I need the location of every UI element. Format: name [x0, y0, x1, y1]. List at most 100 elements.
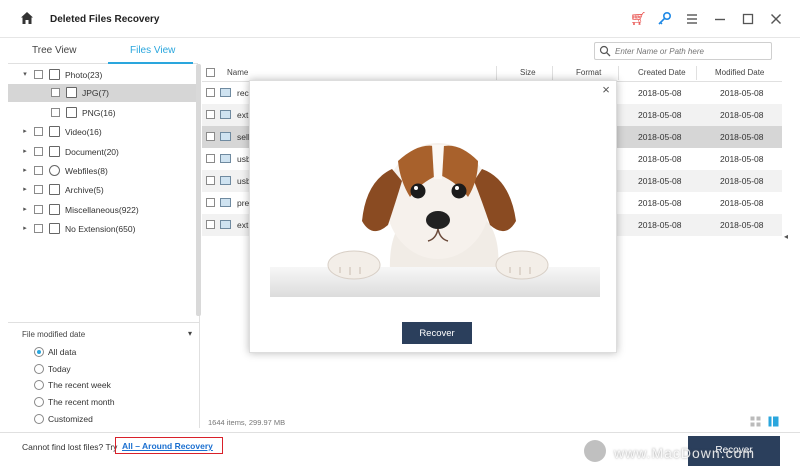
tree-checkbox[interactable]: [34, 185, 43, 194]
expand-arrow-icon[interactable]: ▸: [21, 123, 29, 141]
expand-arrow-icon[interactable]: ▸: [21, 220, 29, 238]
radio-button[interactable]: [34, 347, 44, 357]
document-category-icon: [49, 146, 60, 157]
row-checkbox[interactable]: [206, 176, 215, 185]
filter-title: File modified date: [22, 330, 86, 339]
grid-view-icon[interactable]: [750, 416, 761, 427]
tree-item-miscellaneous[interactable]: ▸ Miscellaneous(922): [8, 201, 198, 219]
row-checkbox[interactable]: [206, 110, 215, 119]
cart-icon[interactable]: 🛒︎: [630, 11, 647, 27]
row-created-date: 2018-05-08: [638, 220, 682, 230]
dialog-recover-button[interactable]: Recover: [402, 322, 472, 344]
column-created-date[interactable]: Created Date: [638, 68, 686, 77]
column-size[interactable]: Size: [520, 68, 536, 77]
row-modified-date: 2018-05-08: [720, 154, 764, 164]
image-preview: [270, 143, 600, 297]
column-modified-date[interactable]: Modified Date: [715, 68, 764, 77]
radio-button[interactable]: [34, 380, 44, 390]
tree-checkbox[interactable]: [34, 127, 43, 136]
row-checkbox[interactable]: [206, 88, 215, 97]
watermark: www.MacDown.com: [584, 440, 798, 468]
radio-label: Customized: [48, 414, 93, 424]
image-file-icon: [220, 154, 231, 163]
row-checkbox[interactable]: [206, 132, 215, 141]
column-format[interactable]: Format: [576, 68, 601, 77]
chevron-left-icon[interactable]: ◂: [784, 232, 788, 241]
chevron-down-icon[interactable]: ▾: [188, 329, 192, 338]
row-checkbox[interactable]: [206, 220, 215, 229]
tree-item-no-extension[interactable]: ▸ No Extension(650): [8, 220, 198, 238]
collapse-arrow-icon[interactable]: ▾: [21, 66, 29, 84]
row-modified-date: 2018-05-08: [720, 198, 764, 208]
photo-category-icon: [49, 69, 60, 80]
tree-item-label: Miscellaneous(922): [65, 205, 139, 215]
tree-checkbox[interactable]: [34, 224, 43, 233]
tree-item-photo[interactable]: ▾ Photo(23): [8, 66, 198, 84]
status-bar: 1644 items, 299.97 MB: [202, 414, 782, 430]
radio-button[interactable]: [34, 397, 44, 407]
tree-item-label: PNG(16): [82, 108, 116, 118]
web-category-icon: [49, 165, 60, 176]
row-created-date: 2018-05-08: [638, 154, 682, 164]
row-created-date: 2018-05-08: [638, 132, 682, 142]
expand-arrow-icon[interactable]: ▸: [21, 201, 29, 219]
tree-checkbox[interactable]: [34, 70, 43, 79]
image-file-icon: [220, 110, 231, 119]
row-name: pre: [237, 198, 250, 208]
search-input[interactable]: [615, 44, 765, 58]
title-bar: Deleted Files Recovery 🛒︎: [0, 0, 800, 38]
minimize-icon[interactable]: [712, 11, 728, 27]
key-icon[interactable]: [656, 11, 672, 27]
tree-item-video[interactable]: ▸ Video(16): [8, 123, 198, 141]
tree-item-label: Video(16): [65, 127, 102, 137]
list-view-icon[interactable]: [768, 416, 779, 427]
tree-item-document[interactable]: ▸ Document(20): [8, 143, 198, 161]
all-around-recovery-link[interactable]: All – Around Recovery: [122, 441, 213, 451]
tree-item-webfiles[interactable]: ▸ Webfiles(8): [8, 162, 198, 180]
row-modified-date: 2018-05-08: [720, 88, 764, 98]
view-tabs: Tree View Files View: [8, 40, 198, 64]
column-divider: [618, 66, 619, 80]
row-created-date: 2018-05-08: [638, 88, 682, 98]
radio-button[interactable]: [34, 364, 44, 374]
expand-arrow-icon[interactable]: ▸: [21, 143, 29, 161]
tree-checkbox[interactable]: [51, 88, 60, 97]
dialog-close-icon[interactable]: ×: [600, 83, 612, 96]
select-all-checkbox[interactable]: [206, 68, 215, 77]
row-name: ext: [237, 110, 249, 120]
expand-arrow-icon[interactable]: ▸: [21, 162, 29, 180]
row-modified-date: 2018-05-08: [720, 176, 764, 186]
tree-scrollbar[interactable]: [196, 64, 201, 316]
preview-dialog: × Recover: [249, 80, 617, 353]
image-file-icon: [66, 107, 77, 118]
maximize-icon[interactable]: [740, 11, 756, 27]
tree-checkbox[interactable]: [34, 147, 43, 156]
tree-item-label: No Extension(650): [65, 224, 136, 234]
radio-button[interactable]: [34, 414, 44, 424]
tree-item-label: Archive(5): [65, 185, 104, 195]
row-modified-date: 2018-05-08: [720, 110, 764, 120]
column-name[interactable]: Name: [227, 68, 248, 77]
tree-item-png[interactable]: PNG(16): [8, 104, 198, 122]
expand-arrow-icon[interactable]: ▸: [21, 181, 29, 199]
tab-tree-view[interactable]: Tree View: [32, 45, 76, 56]
tree-item-jpg[interactable]: JPG(7): [8, 84, 198, 102]
radio-label: The recent month: [48, 397, 115, 407]
tree-checkbox[interactable]: [34, 166, 43, 175]
menu-icon[interactable]: [684, 11, 700, 27]
footer-prompt: Cannot find lost files? Try: [22, 442, 118, 452]
tree-checkbox[interactable]: [34, 205, 43, 214]
home-icon[interactable]: [20, 11, 34, 25]
row-checkbox[interactable]: [206, 154, 215, 163]
list-scrollbar[interactable]: ◂: [783, 64, 793, 414]
row-created-date: 2018-05-08: [638, 198, 682, 208]
tree-checkbox[interactable]: [51, 108, 60, 117]
archive-category-icon: [49, 184, 60, 195]
tree-item-label: Webfiles(8): [65, 166, 108, 176]
misc-category-icon: [49, 204, 60, 215]
tab-files-view[interactable]: Files View: [130, 45, 175, 56]
tree-item-archive[interactable]: ▸ Archive(5): [8, 181, 198, 199]
close-icon[interactable]: [768, 11, 784, 27]
row-name: ext: [237, 220, 249, 230]
row-checkbox[interactable]: [206, 198, 215, 207]
